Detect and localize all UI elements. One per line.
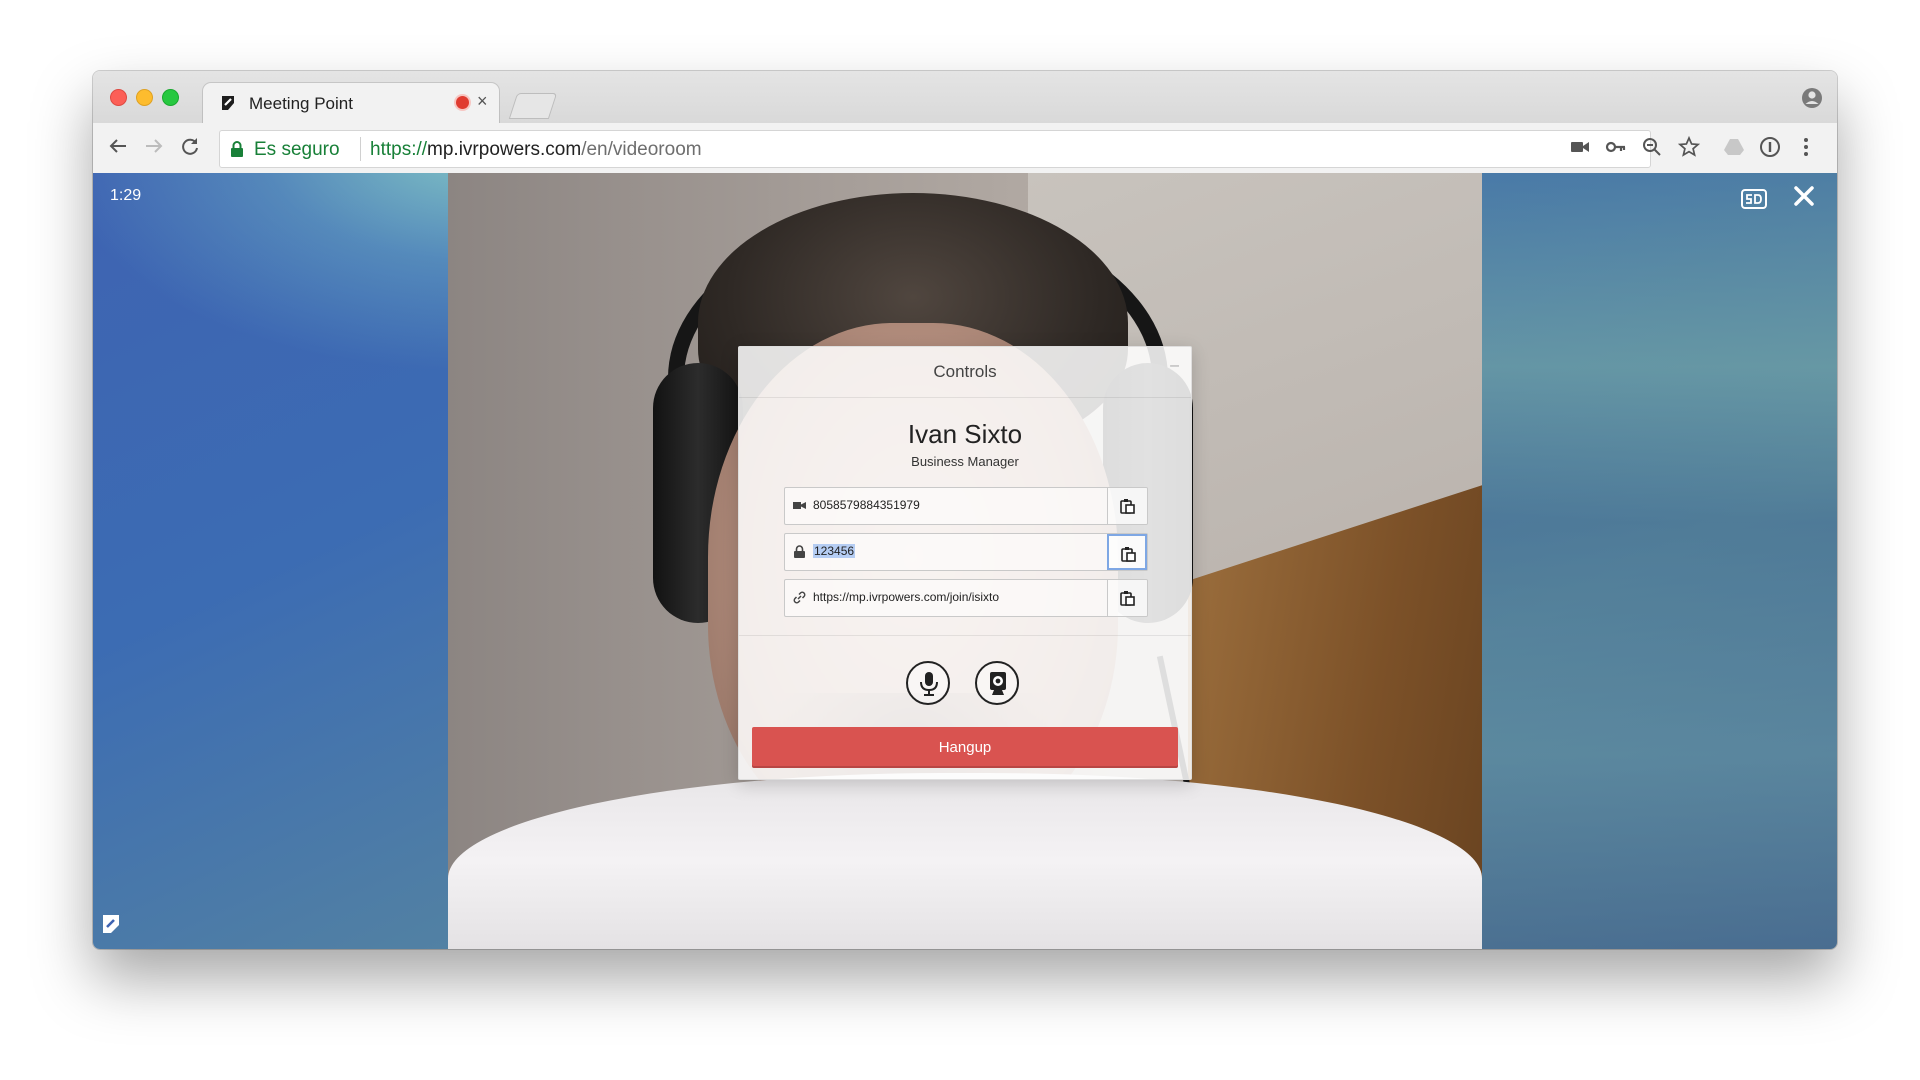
info-extension-icon[interactable]	[1759, 136, 1781, 158]
tab-close-icon[interactable]: ×	[477, 91, 488, 112]
camera-toggle-button[interactable]	[975, 661, 1019, 705]
address-separator	[360, 137, 361, 161]
meeting-point-favicon-icon	[222, 96, 234, 110]
copy-join-link-button[interactable]	[1107, 580, 1147, 616]
hangup-button[interactable]: Hangup	[752, 727, 1178, 768]
copy-pin-button[interactable]	[1107, 534, 1147, 570]
panel-title: Controls	[933, 362, 997, 381]
url-text[interactable]: https://mp.ivrpowers.com/en/videoroom	[370, 139, 702, 161]
url-scheme: https://	[370, 139, 428, 160]
address-bar[interactable]: Es seguro https://mp.ivrpowers.com/en/vi…	[219, 130, 1651, 168]
meeting-point-logo-icon[interactable]	[101, 913, 123, 935]
call-timer: 1:29	[110, 187, 142, 204]
microphone-icon	[920, 672, 938, 696]
camera-in-use-icon[interactable]	[1569, 136, 1591, 158]
window-close-button[interactable]	[110, 89, 127, 106]
link-icon	[793, 591, 806, 604]
window-zoom-button[interactable]	[162, 89, 179, 106]
secure-label: Es seguro	[254, 139, 340, 160]
room-number-value[interactable]: 8058579884351979	[813, 498, 920, 512]
back-arrow-icon[interactable]	[105, 135, 131, 161]
url-host: mp.ivrpowers.com	[427, 139, 582, 160]
browser-menu-icon[interactable]	[1795, 136, 1817, 158]
room-number-field[interactable]: 8058579884351979	[784, 487, 1148, 525]
close-icon[interactable]	[1793, 185, 1815, 207]
copy-room-number-button[interactable]	[1107, 488, 1147, 524]
window-minimize-button[interactable]	[136, 89, 153, 106]
tab-title: Meeting Point	[249, 94, 353, 113]
sd-quality-icon[interactable]	[1741, 189, 1767, 209]
clipboard-icon	[1120, 499, 1135, 514]
background-glow-left	[93, 173, 473, 373]
clipboard-icon	[1120, 591, 1135, 606]
user-name: Ivan Sixto	[907, 419, 1023, 449]
forward-arrow-icon[interactable]	[141, 135, 167, 161]
reload-icon[interactable]	[177, 135, 203, 161]
join-link-value[interactable]: https://mp.ivrpowers.com/join/isixto	[813, 590, 999, 604]
panel-divider	[739, 635, 1191, 636]
secure-lock-icon	[231, 141, 243, 157]
browser-window: Meeting Point × Es seguro https://mp.ivr…	[93, 71, 1837, 949]
key-icon[interactable]	[1605, 136, 1627, 158]
tab-meeting-point[interactable]: Meeting Point ×	[203, 83, 499, 123]
webcam-icon	[990, 672, 1006, 695]
bookmark-star-icon[interactable]	[1678, 136, 1700, 158]
pin-field[interactable]: 123456	[784, 533, 1148, 571]
pin-value[interactable]: 123456	[813, 544, 856, 558]
panel-divider	[739, 397, 1191, 398]
user-role: Business Manager	[911, 454, 1019, 469]
videoroom-page: 1:29 Controls – Ivan Sixto Business Mana…	[93, 173, 1837, 949]
profile-icon[interactable]	[1801, 87, 1823, 109]
recording-indicator-icon	[456, 96, 469, 109]
browser-toolbar: Es seguro https://mp.ivrpowers.com/en/vi…	[93, 123, 1837, 174]
tab-strip: Meeting Point ×	[93, 71, 1837, 123]
join-link-field[interactable]: https://mp.ivrpowers.com/join/isixto	[784, 579, 1148, 617]
lock-icon	[794, 545, 805, 558]
background-glow-right	[1477, 173, 1837, 949]
clipboard-icon	[1121, 547, 1136, 562]
url-path: /en/videoroom	[581, 139, 702, 160]
microphone-toggle-button[interactable]	[906, 661, 950, 705]
zoom-icon[interactable]	[1641, 136, 1663, 158]
new-tab-button[interactable]	[508, 93, 558, 119]
drive-extension-icon[interactable]	[1723, 136, 1745, 158]
controls-panel: Controls – Ivan Sixto Business Manager 8…	[738, 346, 1192, 780]
minimize-icon[interactable]: –	[1170, 357, 1179, 375]
video-camera-icon	[793, 502, 806, 509]
